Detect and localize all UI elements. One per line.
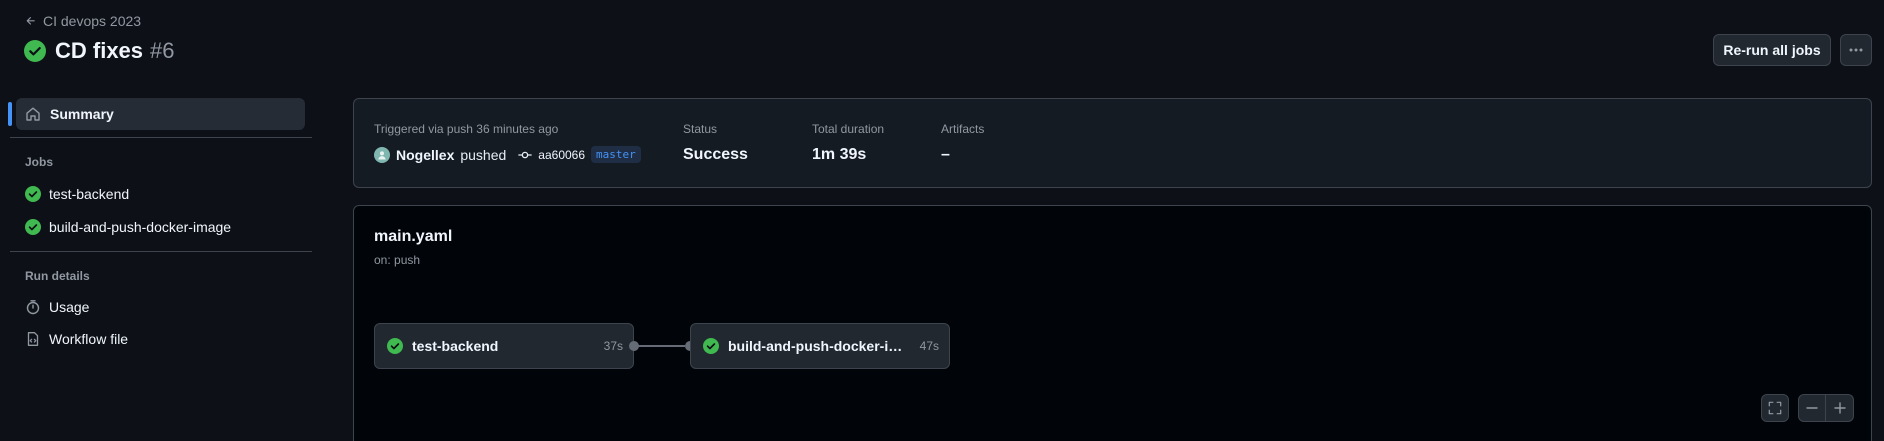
sidebar-item-build-and-push[interactable]: build-and-push-docker-image — [25, 219, 231, 235]
active-indicator — [8, 102, 12, 126]
check-circle-icon — [24, 40, 46, 62]
duration-label: Total duration — [812, 122, 885, 136]
avatar[interactable] — [374, 146, 390, 163]
job-duration: 37s — [603, 339, 623, 353]
job-name: build-and-push-docker-ima... — [728, 338, 914, 354]
run-number: #6 — [150, 38, 175, 63]
rerun-all-jobs-button[interactable]: Re-run all jobs — [1713, 34, 1831, 66]
fullscreen-button[interactable] — [1761, 394, 1789, 422]
actor-link[interactable]: Nogellex — [396, 147, 454, 163]
trigger-label: Triggered via push 36 minutes ago — [374, 122, 559, 136]
back-link-label: CI devops 2023 — [43, 13, 142, 29]
run-info-panel: Triggered via push 36 minutes ago Nogell… — [353, 98, 1872, 188]
stopwatch-icon — [25, 299, 41, 315]
zoom-out-button[interactable] — [1798, 394, 1826, 422]
jobs-heading: Jobs — [25, 155, 54, 169]
push-action: pushed — [460, 146, 507, 163]
check-circle-icon — [387, 338, 403, 354]
zoom-in-button[interactable] — [1826, 394, 1854, 422]
back-link[interactable]: CI devops 2023 — [25, 13, 141, 29]
sidebar-item-usage[interactable]: Usage — [25, 299, 89, 315]
sidebar-item-label: Usage — [49, 299, 90, 315]
plus-icon — [1833, 402, 1846, 414]
workflow-trigger: on: push — [374, 253, 421, 267]
artifacts-value: – — [941, 146, 950, 163]
push-summary: Nogellex pushed aa60066 master — [374, 146, 641, 163]
check-circle-icon — [25, 186, 41, 202]
fullscreen-icon — [1768, 401, 1782, 415]
job-duration: 47s — [919, 339, 939, 353]
kebab-horizontal-icon — [1848, 42, 1864, 58]
more-options-button[interactable] — [1840, 34, 1872, 66]
home-icon — [25, 106, 41, 122]
connector-line — [637, 345, 685, 347]
workflow-file-name[interactable]: main.yaml — [374, 228, 452, 246]
run-details-heading: Run details — [25, 269, 90, 283]
page-title: CD fixes #6 — [24, 38, 175, 64]
arrow-left-icon — [25, 15, 37, 27]
file-code-icon — [25, 331, 41, 347]
sidebar-divider — [10, 137, 312, 138]
zoom-controls — [1798, 394, 1854, 422]
workflow-graph-panel: main.yaml on: push test-backend 37s buil… — [353, 205, 1872, 441]
artifacts-label: Artifacts — [941, 122, 985, 136]
commit-sha[interactable]: aa60066 — [538, 148, 585, 162]
job-card-test-backend[interactable]: test-backend 37s — [374, 323, 634, 369]
status-value: Success — [683, 146, 748, 163]
sidebar-item-label: Summary — [50, 106, 114, 122]
sidebar-item-label: test-backend — [49, 186, 130, 202]
branch-badge[interactable]: master — [591, 146, 641, 163]
check-circle-icon — [703, 338, 719, 354]
sidebar-item-summary[interactable]: Summary — [16, 98, 305, 130]
duration-value: 1m 39s — [812, 146, 867, 163]
job-card-build-and-push[interactable]: build-and-push-docker-ima... 47s — [690, 323, 950, 369]
git-commit-icon — [518, 148, 533, 162]
sidebar-item-test-backend[interactable]: test-backend — [25, 186, 129, 202]
check-circle-icon — [25, 219, 41, 235]
sidebar-item-label: Workflow file — [49, 331, 129, 347]
job-name: test-backend — [412, 338, 499, 354]
sidebar-item-workflow-file[interactable]: Workflow file — [25, 331, 128, 347]
status-label: Status — [683, 122, 718, 136]
sidebar-item-label: build-and-push-docker-image — [49, 219, 232, 235]
run-title: CD fixes — [55, 38, 144, 63]
sidebar-divider — [10, 251, 312, 252]
minus-icon — [1806, 402, 1818, 414]
